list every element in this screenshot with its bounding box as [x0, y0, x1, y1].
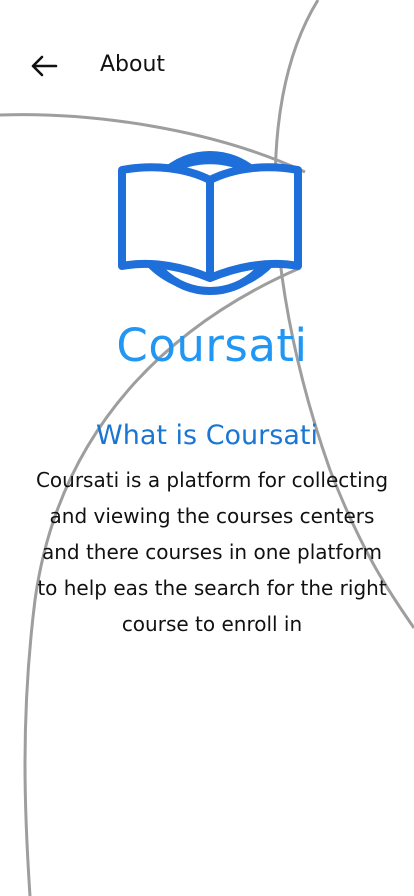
brand-name: Coursati — [116, 319, 308, 372]
back-button[interactable] — [22, 48, 66, 84]
page-title: About — [100, 52, 166, 77]
app-bar: About — [0, 38, 414, 94]
about-description: Coursati is a platform for collecting an… — [35, 468, 389, 636]
open-book-circle-icon — [118, 151, 302, 295]
about-screen: About Coursati What is Coursati Coursati… — [0, 0, 414, 896]
arrow-left-icon — [31, 55, 58, 77]
about-heading: What is Coursati — [96, 420, 318, 451]
